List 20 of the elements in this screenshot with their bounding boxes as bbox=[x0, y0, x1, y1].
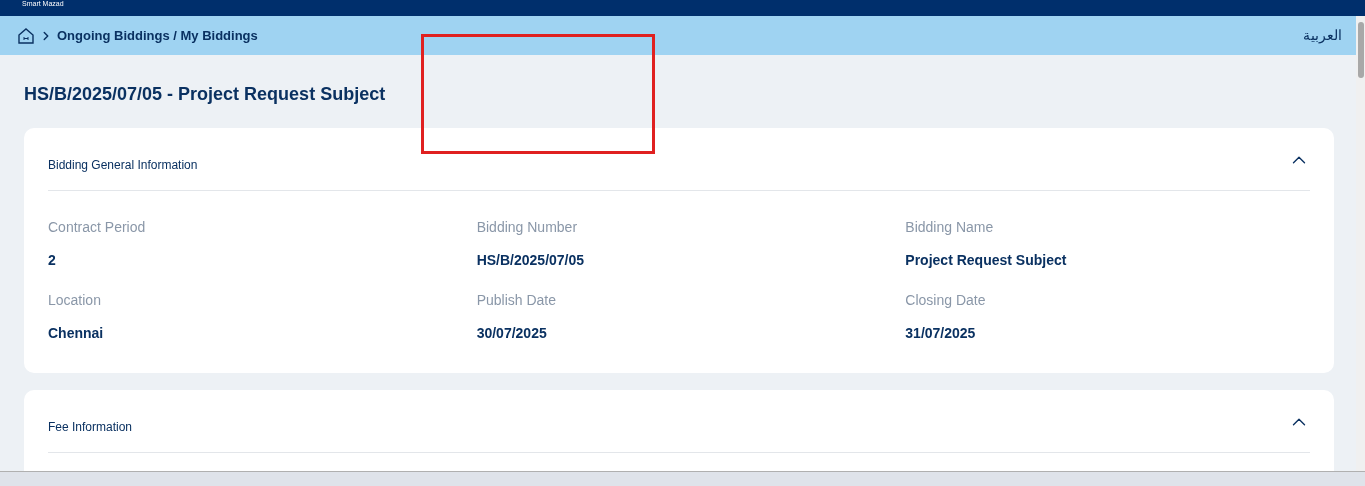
field-value: Chennai bbox=[48, 325, 105, 341]
section-title: Bidding General Information bbox=[48, 157, 198, 174]
home-icon[interactable] bbox=[17, 26, 35, 45]
field-label: Location bbox=[48, 292, 102, 308]
field-value: 30/07/2025 bbox=[476, 325, 548, 341]
section-title: Fee Information bbox=[48, 419, 133, 436]
field-value: 31/07/2025 bbox=[905, 325, 977, 341]
field-label: Publish Date bbox=[476, 292, 558, 308]
language-link[interactable]: العربية bbox=[1303, 25, 1342, 46]
field-label: Contract Period bbox=[48, 219, 147, 235]
field-label: Bidding Number bbox=[476, 219, 579, 235]
field-label: Closing Date bbox=[905, 292, 987, 308]
field-value: HS/B/2025/07/05 bbox=[476, 252, 586, 268]
field-value: Project Request Subject bbox=[905, 252, 1068, 268]
section-header[interactable]: Bidding General Information bbox=[48, 156, 1310, 191]
field-label: Bidding Name bbox=[905, 219, 995, 235]
field-value: 2 bbox=[48, 252, 57, 268]
page-title: HS/B/2025/07/05 - Project Request Subject bbox=[24, 83, 387, 105]
breadcrumb-path[interactable]: Ongoing Biddings / My Biddings bbox=[57, 25, 258, 46]
section-header[interactable]: Fee Information bbox=[48, 418, 1310, 453]
